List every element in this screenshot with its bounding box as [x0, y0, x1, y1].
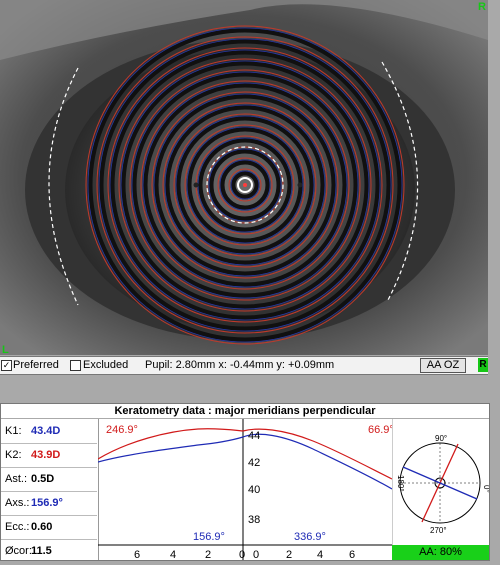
metric-ocor: Øcor: 11.5: [1, 539, 97, 563]
metric-k1: K1: 43.4D: [1, 419, 97, 444]
right-x-tick: 2: [286, 549, 292, 560]
left-plot-bottom-label: 156.9°: [193, 531, 225, 543]
top-right-marker: R: [478, 1, 486, 13]
left-x-tick: 4: [170, 549, 176, 560]
left-plot-top-label: 246.9°: [106, 424, 138, 436]
metric-label: Ecc.:: [5, 521, 30, 533]
metric-ast: Ast.: 0.5D: [1, 467, 97, 492]
metric-label: K2:: [5, 449, 22, 461]
metric-label: Axs.:: [5, 497, 30, 509]
compass-label-0: 0°: [482, 485, 489, 493]
panel-title: Keratometry data : major meridians perpe…: [1, 404, 489, 419]
metric-k2: K2: 43.9D: [1, 443, 97, 468]
right-plot-top-label: 66.9°: [368, 424, 392, 436]
y-tick: 44: [248, 430, 260, 442]
excluded-label: Excluded: [83, 359, 129, 371]
y-tick: 38: [248, 514, 260, 526]
excluded-checkbox[interactable]: [70, 360, 81, 371]
y-tick: 42: [248, 457, 260, 469]
bottom-left-marker: L: [2, 344, 9, 356]
image-status-bar: ✓ Preferred Excluded Pupil: 2.80mm x: -0…: [0, 356, 488, 375]
preferred-label: Preferred: [13, 359, 59, 371]
compass-label-180: 180°: [396, 475, 405, 492]
metric-value: 43.4D: [31, 425, 61, 437]
compass-label-90: 90°: [435, 434, 447, 443]
left-x-tick: 0: [239, 549, 245, 560]
axis-compass: 90° 180° 0° 270°: [392, 419, 489, 545]
aa-oz-button[interactable]: AA OZ: [420, 358, 466, 373]
aa-quality-badge: AA: 80%: [392, 545, 489, 560]
metric-value: 11.5: [31, 545, 52, 557]
metric-ecc: Ecc.: 0.60: [1, 515, 97, 540]
left-x-tick: 6: [134, 549, 140, 560]
right-eye-indicator: R: [478, 358, 488, 372]
right-plot-bottom-label: 336.9°: [294, 531, 326, 543]
metric-value: 0.60: [31, 521, 53, 533]
metric-value: 43.9D: [31, 449, 61, 461]
right-x-tick: 6: [349, 549, 355, 560]
right-x-tick: 4: [317, 549, 323, 560]
meridian-profile-plots: 246.9° 156.9° 66.9° 336.9° 6 4 2 0 0 2 4…: [98, 419, 392, 560]
keratometry-panel: Keratometry data : major meridians perpe…: [0, 403, 490, 561]
metric-value: 0.5D: [31, 473, 55, 485]
left-x-tick: 2: [205, 549, 211, 560]
metric-value: 156.9°: [31, 497, 63, 509]
pupil-measurements: Pupil: 2.80mm x: -0.44mm y: +0.09mm: [145, 359, 335, 371]
metric-label: Ast.:: [5, 473, 28, 485]
metric-axis: Axs.: 156.9°: [1, 491, 97, 516]
metric-label: Øcor:: [5, 545, 32, 557]
metrics-column: K1: 43.4D K2: 43.9D Ast.: 0.5D Axs.: 156…: [1, 419, 99, 560]
metric-label: K1:: [5, 425, 22, 437]
y-tick: 40: [248, 484, 260, 496]
right-x-tick: 0: [253, 549, 259, 560]
preferred-checkbox[interactable]: ✓: [1, 360, 12, 371]
eye-image-view: [0, 0, 488, 355]
compass-label-270: 270°: [430, 526, 447, 535]
